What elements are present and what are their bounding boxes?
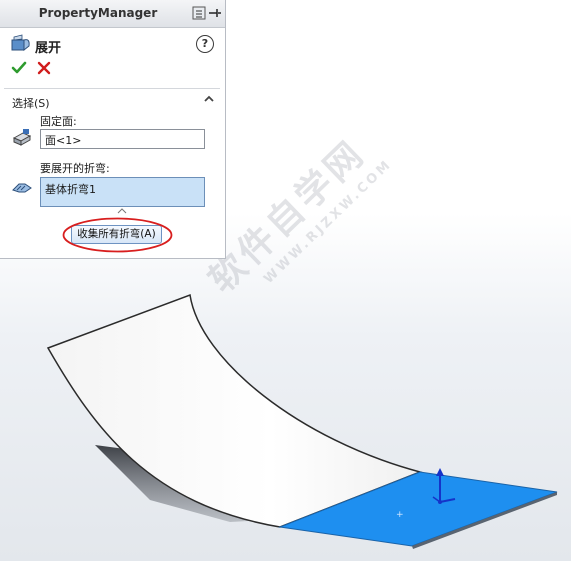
feature-name: 展开 [35, 41, 62, 56]
property-manager-panel: PropertyManager 展开 ? 选择(S) 固定面: 面<1> 要展开… [0, 0, 226, 259]
fixed-face-icon [12, 129, 32, 146]
panel-header: PropertyManager [0, 0, 225, 28]
section-divider [4, 88, 220, 89]
pin-icon[interactable] [192, 5, 222, 21]
fixed-face-field[interactable]: 面<1> [40, 129, 205, 149]
highlight-ellipse [62, 217, 173, 253]
unfold-icon [11, 34, 30, 52]
face-center-marker: + [396, 510, 404, 520]
curved-sheet-face [46, 293, 423, 528]
help-icon[interactable]: ? [196, 35, 214, 53]
checkmark-icon[interactable] [11, 60, 27, 76]
bends-icon [12, 183, 32, 193]
bends-label: 要展开的折弯: [40, 162, 110, 175]
fixed-face-label: 固定面: [40, 115, 77, 128]
panel-title: PropertyManager [38, 6, 158, 20]
chevron-up-icon[interactable] [203, 94, 215, 104]
bends-field[interactable]: 基体折弯1 [40, 177, 205, 207]
selection-group-title[interactable]: 选择(S) [12, 95, 50, 111]
feature-row: 展开 ? [8, 34, 220, 56]
close-icon[interactable] [36, 60, 52, 76]
